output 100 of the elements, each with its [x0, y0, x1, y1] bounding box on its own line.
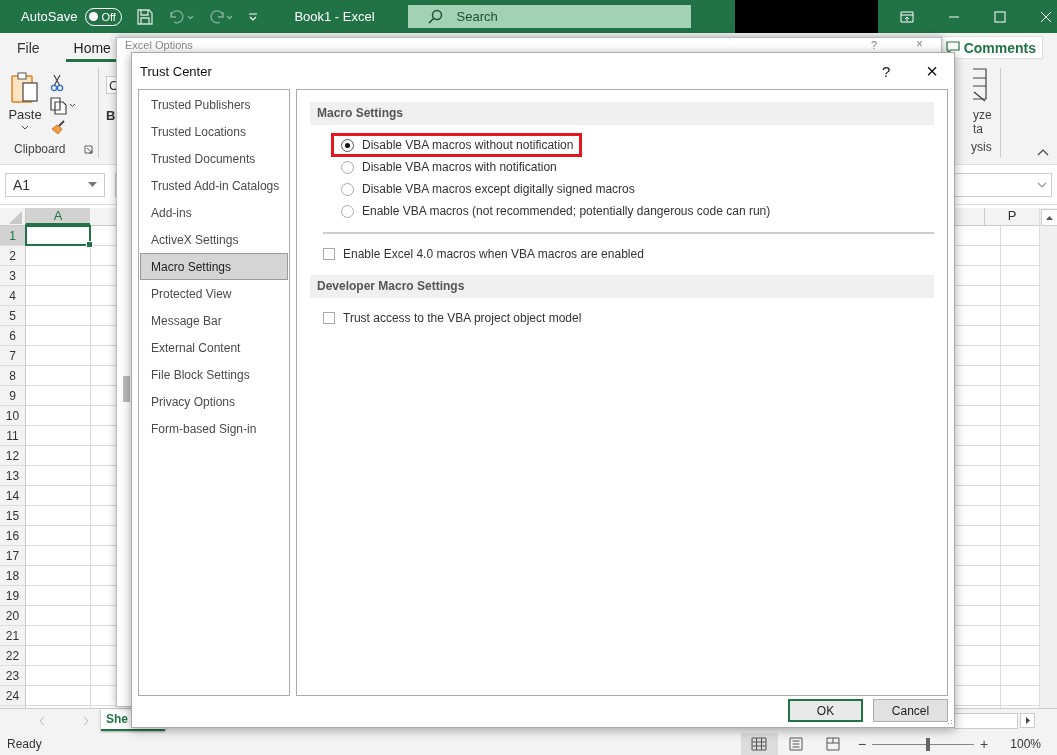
close-icon[interactable] — [1039, 10, 1052, 23]
vertical-scrollbar[interactable] — [1039, 208, 1057, 708]
row-header[interactable]: 2 — [0, 246, 25, 266]
close-button[interactable]: × — [916, 38, 923, 51]
dialog-launcher-icon[interactable] — [84, 144, 93, 154]
button-label: ta — [973, 122, 984, 136]
row-header[interactable]: 22 — [0, 646, 25, 666]
checkbox[interactable] — [323, 247, 335, 260]
dialog-title: Excel Options — [125, 39, 193, 52]
copy-icon[interactable] — [50, 97, 76, 115]
row-header[interactable]: 23 — [0, 666, 25, 686]
zoom-in-button[interactable]: + — [980, 736, 989, 752]
row-header[interactable]: 10 — [0, 406, 25, 426]
autosave-label: AutoSave — [21, 9, 78, 24]
category-item[interactable]: Trusted Publishers — [140, 91, 288, 118]
expand-icon — [1037, 181, 1047, 188]
page-break-icon — [825, 737, 842, 751]
row-header[interactable]: 16 — [0, 526, 25, 546]
status-text: Ready — [7, 737, 42, 751]
row-header[interactable]: 5 — [0, 306, 25, 326]
row-header[interactable]: 11 — [0, 426, 25, 446]
row-header[interactable]: 19 — [0, 586, 25, 606]
resize-grip-icon[interactable] — [945, 718, 953, 726]
help-button[interactable]: ? — [881, 62, 891, 80]
category-item[interactable]: Trusted Add-in Catalogs — [140, 172, 288, 199]
category-item[interactable]: Add-ins — [140, 199, 288, 226]
row-header[interactable]: 9 — [0, 386, 25, 406]
row-header[interactable]: 18 — [0, 566, 25, 586]
option-label: Enable Excel 4.0 macros when VBA macros are enabled — [343, 246, 644, 261]
ribbon-tab[interactable]: File — [9, 33, 48, 62]
row-header[interactable]: 21 — [0, 626, 25, 646]
category-item[interactable]: Form-based Sign-in — [140, 415, 288, 442]
option-label: Trust access to the VBA project object model — [343, 310, 582, 325]
cancel-button[interactable]: Cancel — [873, 699, 948, 722]
button-label: yze — [973, 108, 993, 122]
category-item[interactable]: Macro Settings — [140, 253, 288, 280]
zoom-out-button[interactable]: − — [857, 736, 867, 752]
category-item[interactable]: ActiveX Settings — [140, 226, 288, 253]
caret-icon — [21, 125, 29, 130]
grid-icon — [751, 737, 768, 751]
row-header[interactable]: 6 — [0, 326, 25, 346]
redo-icon[interactable] — [208, 8, 235, 25]
row-header[interactable]: 4 — [0, 286, 25, 306]
undo-icon[interactable] — [168, 8, 195, 25]
row-header[interactable]: 24 — [0, 686, 25, 706]
row-header[interactable]: 14 — [0, 486, 25, 506]
ribbon-display-icon[interactable] — [899, 10, 914, 23]
row-header[interactable]: 12 — [0, 446, 25, 466]
category-item[interactable]: External Content — [140, 334, 288, 361]
format-painter-icon[interactable] — [50, 120, 66, 136]
option-label: Disable VBA macros with notification — [362, 160, 557, 174]
row-header[interactable]: 13 — [0, 466, 25, 486]
scrollbar-thumb[interactable] — [123, 376, 130, 402]
category-item[interactable]: Trusted Documents — [140, 145, 288, 172]
dialog-title: Trust Center — [140, 63, 212, 79]
section-heading: Developer Macro Settings — [310, 275, 934, 298]
row-header[interactable]: 1 — [0, 226, 25, 246]
checkbox[interactable] — [323, 311, 335, 324]
scroll-right-icon[interactable] — [1020, 713, 1035, 728]
maximize-icon[interactable] — [993, 10, 1006, 23]
category-item[interactable]: File Block Settings — [140, 361, 288, 388]
zoom-slider-thumb[interactable] — [926, 737, 931, 751]
search-icon — [426, 8, 443, 25]
comments-button[interactable]: Comments — [938, 36, 1043, 59]
ok-button[interactable]: OK — [788, 699, 863, 722]
normal-view-button[interactable] — [740, 733, 778, 755]
close-button[interactable]: × — [926, 59, 938, 83]
category-item[interactable]: Privacy Options — [140, 388, 288, 415]
section-heading: Macro Settings — [310, 102, 934, 125]
help-button[interactable]: ? — [870, 39, 877, 52]
row-header[interactable]: 8 — [0, 366, 25, 386]
zoom-level[interactable]: 100% — [1010, 737, 1041, 751]
category-item[interactable]: Trusted Locations — [140, 118, 288, 145]
collapse-ribbon-icon[interactable] — [1037, 148, 1049, 156]
row-header[interactable]: 15 — [0, 506, 25, 526]
column-header[interactable]: A — [25, 208, 90, 225]
row-header[interactable]: 3 — [0, 266, 25, 286]
option-label: Disable VBA macros except digitally signed macros — [362, 182, 635, 196]
save-icon[interactable] — [136, 7, 155, 26]
dropdown-icon — [88, 182, 97, 187]
name-box[interactable]: A1 — [5, 172, 105, 197]
row-header[interactable]: 7 — [0, 346, 25, 366]
search-field[interactable]: Search — [407, 5, 691, 28]
row-header[interactable]: 20 — [0, 606, 25, 626]
clipboard-icon — [10, 72, 40, 104]
group-label: Clipboard — [14, 142, 66, 156]
scissors-icon[interactable] — [50, 74, 64, 92]
scroll-up-icon[interactable] — [1041, 209, 1057, 226]
row-header[interactable]: 17 — [0, 546, 25, 566]
customize-caret-icon[interactable] — [248, 11, 259, 22]
window-title: Book1 - Excel — [294, 9, 375, 24]
paste-button[interactable]: Paste — [0, 68, 50, 140]
category-item[interactable]: Message Bar — [140, 307, 288, 334]
option-label: Enable VBA macros (not recommended; potentially dangerous code can run) — [362, 204, 771, 218]
category-item[interactable]: Protected View — [140, 280, 288, 307]
option-label: Disable VBA macros without notification — [362, 138, 574, 152]
group-label: ysis — [971, 140, 993, 156]
horizontal-scrollbar[interactable] — [954, 713, 1018, 729]
active-cell[interactable] — [25, 225, 91, 246]
comment-icon — [945, 41, 960, 54]
